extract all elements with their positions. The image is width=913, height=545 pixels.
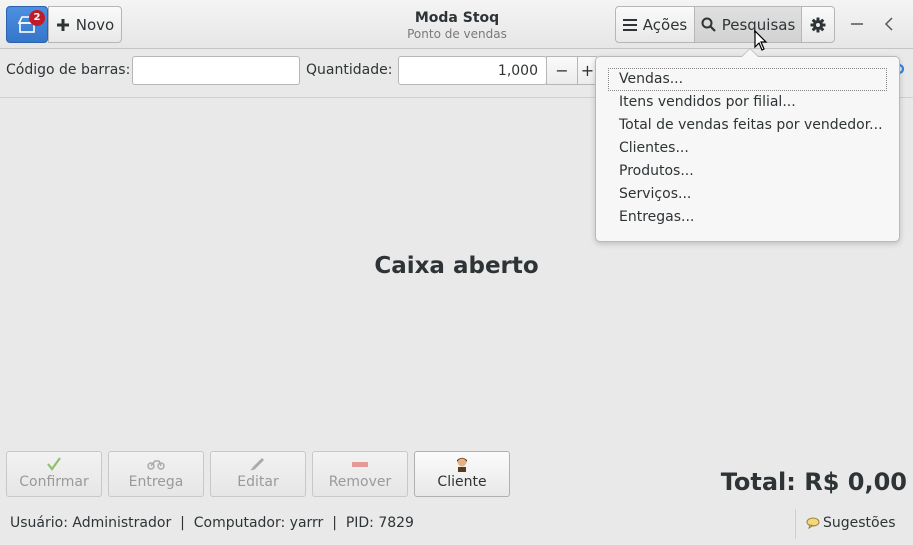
edit-button-label: Editar (237, 474, 279, 490)
minus-icon: − (555, 61, 569, 80)
edit-button[interactable]: Editar (210, 451, 306, 497)
minimize-button[interactable] (843, 10, 871, 38)
search-icon (701, 17, 716, 32)
hamburger-icon (622, 18, 637, 31)
person-icon (454, 456, 470, 472)
client-button[interactable]: Cliente (414, 451, 510, 497)
confirm-button-label: Confirmar (19, 474, 89, 490)
plus-icon (56, 18, 69, 31)
actions-menu-button[interactable]: Ações (615, 6, 695, 43)
notification-badge: 2 (29, 10, 45, 26)
delivery-button-label: Entrega (128, 474, 184, 490)
minimize-icon (851, 23, 863, 25)
check-icon (46, 456, 62, 472)
menu-item-produtos[interactable]: Produtos... (609, 161, 886, 182)
window-title: Moda Stoq Ponto de vendas (357, 9, 557, 42)
delivery-button[interactable]: Entrega (108, 451, 204, 497)
back-button[interactable] (875, 10, 903, 38)
actions-menu-label: Ações (642, 15, 688, 34)
settings-button[interactable] (801, 6, 835, 43)
menu-item-vendas[interactable]: Vendas... (608, 68, 887, 91)
suggestions-label: Sugestões (823, 515, 896, 531)
confirm-button[interactable]: Confirmar (6, 451, 102, 497)
speech-bubble-icon (806, 517, 820, 529)
searches-menu-button[interactable]: Pesquisas (694, 6, 802, 43)
menu-item-clientes[interactable]: Clientes... (609, 138, 886, 159)
menu-item-entregas[interactable]: Entregas... (609, 207, 886, 228)
client-button-label: Cliente (437, 474, 487, 490)
new-button-label: Novo (75, 15, 115, 34)
menu-item-itens-vendidos[interactable]: Itens vendidos por filial... (609, 92, 886, 113)
app-title: Moda Stoq (414, 10, 500, 26)
quantity-decrement-button[interactable]: − (546, 56, 578, 85)
menu-item-servicos[interactable]: Serviços... (609, 184, 886, 205)
gear-icon (810, 17, 826, 32)
barcode-label: Código de barras: (6, 62, 131, 78)
quantity-increment-button[interactable]: + (577, 56, 597, 85)
cash-status-text: Caixa aberto (374, 253, 539, 279)
quantity-label: Quantidade: (306, 62, 393, 78)
motorcycle-icon (147, 456, 165, 472)
quantity-input[interactable] (398, 56, 547, 85)
status-info: Usuário: Administrador | Computador: yar… (10, 515, 414, 531)
remove-icon (352, 456, 368, 472)
plus-icon: + (580, 61, 595, 80)
home-button[interactable]: 2 (6, 6, 48, 43)
remove-button[interactable]: Remover (312, 451, 408, 497)
statusbar-divider (795, 509, 796, 539)
app-subtitle: Ponto de vendas (407, 27, 507, 41)
remove-button-label: Remover (328, 474, 392, 490)
chevron-left-icon (884, 17, 893, 31)
menu-item-total-vendas[interactable]: Total de vendas feitas por vendedor... (609, 115, 886, 136)
mouse-cursor-icon (754, 30, 768, 51)
sale-total: Total: R$ 0,00 (720, 468, 907, 496)
barcode-input[interactable] (132, 56, 300, 85)
new-button[interactable]: Novo (48, 6, 122, 43)
pencil-icon (250, 456, 266, 472)
suggestions-button[interactable]: Sugestões (806, 515, 896, 531)
